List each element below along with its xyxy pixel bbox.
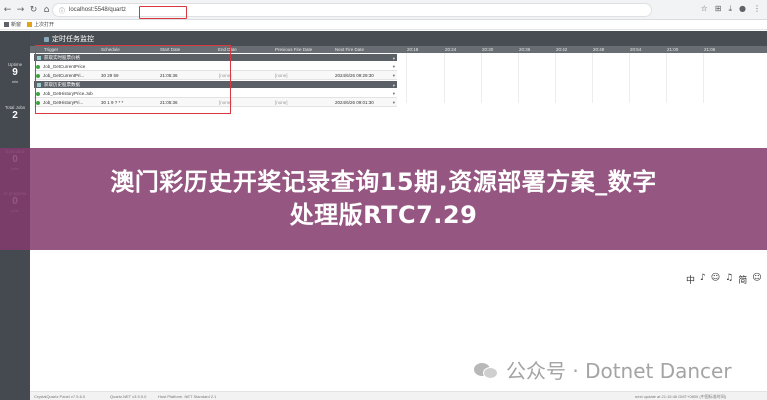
folder-icon bbox=[27, 22, 33, 27]
status-footer: CrystalQuartz Panel v7.5.6.0 Quartz.NET … bbox=[30, 391, 767, 400]
ime-punct-icon[interactable]: ♪ bbox=[700, 273, 706, 286]
grid-line bbox=[629, 53, 630, 103]
bookmark-item[interactable]: 上次打开 bbox=[27, 21, 54, 28]
timeline-tick: 20:42 bbox=[556, 47, 568, 52]
page-title: 定时任务监控 bbox=[44, 34, 94, 44]
back-icon[interactable]: ← bbox=[2, 3, 13, 17]
grid-line bbox=[406, 53, 407, 103]
ime-emoji-icon[interactable]: ☺ bbox=[711, 273, 720, 286]
grid-line bbox=[444, 53, 445, 103]
host-platform: Host Platform .NET Standard 2.1 bbox=[158, 394, 217, 399]
url-highlight-box bbox=[139, 6, 187, 19]
grid-line bbox=[481, 53, 482, 103]
chevron-down-icon[interactable]: ▾ bbox=[393, 71, 395, 80]
grid-line bbox=[592, 53, 593, 103]
timeline-tick: 21:06 bbox=[704, 47, 716, 52]
apps-icon bbox=[4, 22, 9, 27]
banner-line-1: 澳门彩历史开奖记录查询15期,资源部署方案_数字 bbox=[110, 168, 657, 196]
profile-icon[interactable]: ● bbox=[739, 4, 746, 14]
chevron-down-icon[interactable]: ▾ bbox=[393, 98, 395, 107]
grid-line bbox=[518, 53, 519, 103]
extension-icon[interactable]: ⊞ bbox=[715, 4, 722, 14]
ime-simplified-icon[interactable]: 简 bbox=[738, 273, 747, 286]
ime-language-icon[interactable]: 中 bbox=[686, 273, 695, 286]
browser-toolbar: ← → ↻ ⌂ ⓘ localhost:5548/quartz ☆ ⊞ ⤓ ● … bbox=[0, 0, 767, 20]
wechat-icon bbox=[474, 360, 500, 380]
wechat-watermark: 公众号 · Dotnet Dancer bbox=[474, 355, 732, 384]
chevron-down-icon[interactable]: ▾ bbox=[393, 89, 395, 98]
title-banner: 澳门彩历史开奖记录查询15期,资源部署方案_数字 处理版RTC7.29 bbox=[0, 148, 767, 250]
panel-version: CrystalQuartz Panel v7.5.6.0 bbox=[34, 394, 86, 399]
bookmark-item[interactable]: 新窗 bbox=[4, 21, 21, 28]
ime-voice-icon[interactable]: ♫ bbox=[725, 273, 733, 286]
ime-skin-icon[interactable]: ☺ bbox=[752, 273, 761, 286]
timeline-tick: 20:18 bbox=[407, 47, 419, 52]
grid-line bbox=[555, 53, 556, 103]
url-text: localhost:5548/quartz bbox=[69, 7, 127, 13]
chevron-down-icon[interactable]: ▾ bbox=[393, 62, 395, 71]
bookmarks-bar: 新窗 上次打开 bbox=[0, 20, 767, 30]
total-jobs-stat: Total Jobs 2 bbox=[4, 105, 26, 121]
col-prev-fire[interactable]: Previous Fire Date bbox=[275, 46, 312, 53]
timeline-tick: 21:00 bbox=[667, 47, 679, 52]
uptime-stat: Uptime 9 min bbox=[7, 62, 23, 84]
timeline-tick: 20:30 bbox=[482, 47, 494, 52]
info-icon: ⓘ bbox=[59, 7, 66, 15]
quartz-version: Quartz.NET v3.9.0.0 bbox=[110, 394, 147, 399]
grid-line bbox=[666, 53, 667, 103]
timeline-tick: 20:54 bbox=[630, 47, 642, 52]
forward-icon[interactable]: → bbox=[15, 3, 26, 17]
banner-line-2: 处理版RTC7.29 bbox=[289, 201, 478, 229]
timeline-tick: 20:48 bbox=[593, 47, 605, 52]
home-icon[interactable]: ⌂ bbox=[41, 3, 52, 17]
reload-icon[interactable]: ↻ bbox=[28, 3, 39, 17]
timeline-tick: 20:24 bbox=[445, 47, 457, 52]
app-header: 定时任务监控 bbox=[30, 31, 767, 46]
table-highlight-box bbox=[35, 45, 231, 114]
download-icon[interactable]: ⤓ bbox=[728, 4, 732, 14]
timeline-tick: 20:36 bbox=[519, 47, 531, 52]
star-icon[interactable]: ☆ bbox=[701, 4, 708, 14]
next-update: next update at 21:15:46 GMT+0800 (中国标准时间… bbox=[635, 394, 727, 399]
col-next-fire[interactable]: Next Fire Date bbox=[335, 46, 364, 53]
address-bar[interactable]: ⓘ localhost:5548/quartz bbox=[52, 3, 652, 19]
ime-toolbar: 中 ♪ ☺ ♫ 简 ☺ ⚙ bbox=[686, 273, 767, 286]
schedule-icon bbox=[44, 36, 49, 42]
grid-line bbox=[703, 53, 704, 103]
watermark-text: 公众号 · Dotnet Dancer bbox=[506, 359, 732, 383]
menu-icon[interactable]: ⋮ bbox=[753, 4, 761, 14]
